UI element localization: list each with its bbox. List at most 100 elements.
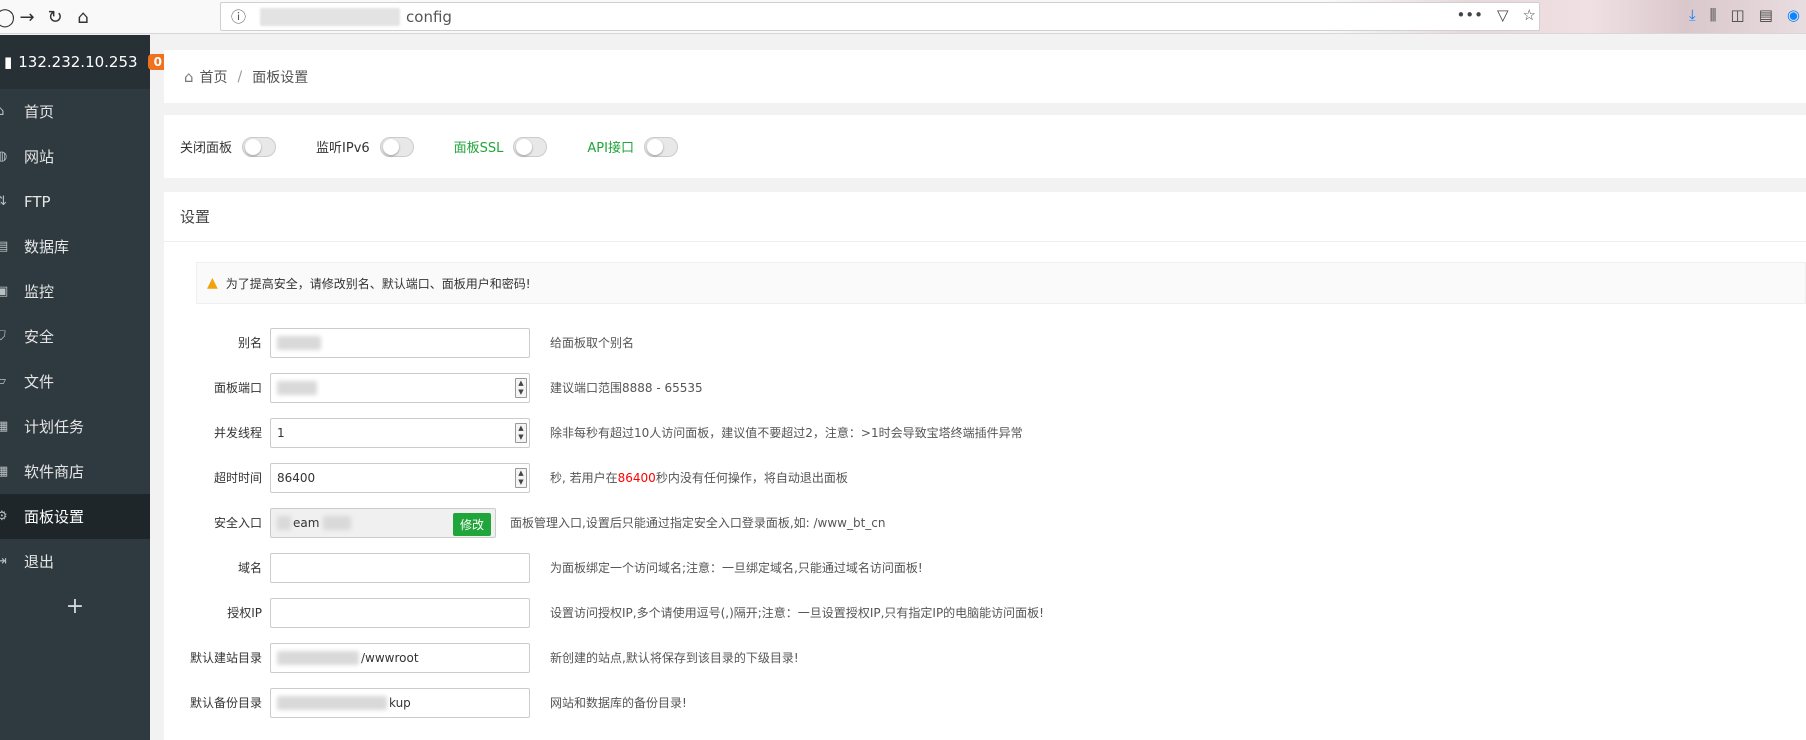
folder-icon: ▱ <box>0 374 6 389</box>
port-input[interactable]: ▲ ▼ <box>270 372 530 403</box>
switch-label[interactable]: API接口 <box>587 137 634 156</box>
entry-input: eam 修改 <box>270 507 496 538</box>
sidebar-item[interactable]: ⇅ FTP <box>0 179 150 224</box>
main-content: ⌂ 首页 / 面板设置 关闭面板 监听IPv6 面板SSL API接口 设置 ▲… <box>164 50 1806 740</box>
breadcrumb-home[interactable]: 首页 <box>200 67 228 87</box>
switch-label: 监听IPv6 <box>316 141 370 156</box>
backup-dir-hint: 网站和数据库的备份目录! <box>550 696 687 710</box>
pocket-icon[interactable]: ▽ <box>1497 6 1509 24</box>
row-domain: 域名 为面板绑定一个访问域名;注意：一旦绑定域名,只能通过域名访问面板! <box>164 545 1806 590</box>
auth-ip-label: 授权IP <box>227 606 262 620</box>
ssl-toggle[interactable] <box>513 136 548 157</box>
alias-label: 别名 <box>237 336 262 350</box>
threads-hint: 除非每秒有超过10人访问面板，建议值不要超过2，注意：>1时会导致宝塔终端插件异… <box>550 426 1023 440</box>
sidebar: ▮ 132.232.10.253 0 ⌂ 首页 ◍ 网站 ⇅ FTP ▤ 数据库 ▣ 监控 ⛉ 安全 ▱… <box>0 35 168 740</box>
spinner-icon[interactable]: ▲ ▼ <box>515 422 527 443</box>
more-icon[interactable]: ••• <box>1456 6 1483 24</box>
domain-label: 域名 <box>237 561 262 575</box>
row-backup-dir: 默认备份目录 kup 网站和数据库的备份目录! <box>164 680 1806 725</box>
switch-bar: 关闭面板 监听IPv6 面板SSL API接口 <box>164 115 1806 178</box>
url-actions: ••• ▽ ☆ <box>1456 6 1536 24</box>
sidebar-nav: ⌂ 首页 ◍ 网站 ⇅ FTP ▤ 数据库 ▣ 监控 ⛉ 安全 ▱ 文件 ▦ 计划任务 ▦ 软件商店 ⚙ 面板设置 ⇥ 退… <box>0 89 150 584</box>
sidebar-item[interactable]: ▦ 软件商店 <box>0 449 150 494</box>
ftp-icon: ⇅ <box>0 194 7 209</box>
library-icon[interactable]: ⫼ <box>1710 6 1717 24</box>
forward-button[interactable]: → <box>14 4 40 30</box>
api-toggle[interactable] <box>643 136 678 157</box>
monitor-icon: ▣ <box>0 284 9 299</box>
breadcrumb-current: 面板设置 <box>252 69 309 86</box>
sidebar-item-label: 计划任务 <box>24 418 85 436</box>
site-dir-value: /wwwroot <box>361 650 419 665</box>
sidebar-item[interactable]: ⛉ 安全 <box>0 314 150 359</box>
sidebar-item[interactable]: ⌂ 首页 <box>0 89 150 134</box>
globe-icon: ◍ <box>0 149 8 164</box>
backup-dir-input[interactable]: kup <box>270 687 530 718</box>
redacted-value <box>277 380 317 395</box>
close-panel-toggle[interactable] <box>242 136 277 157</box>
row-auth-ip: 授权IP 设置访问授权IP,多个请使用逗号(,)隔开;注意：一旦设置授权IP,只… <box>164 590 1806 635</box>
timeout-hint-post: 秒内没有任何操作，将自动退出面板 <box>655 471 848 485</box>
home-button[interactable]: ⌂ <box>70 4 96 30</box>
warning-icon: ▲ <box>207 275 218 291</box>
entry-value: eam <box>293 515 320 530</box>
sidebar-item[interactable]: ▤ 数据库 <box>0 224 150 269</box>
sidebar-item-label: 安全 <box>24 328 55 346</box>
toolbar-icons: ⤓ ⫼ ◫ ▤ ◉ <box>1689 6 1806 24</box>
settings-form: 别名 给面板取个别名 面板端口 ▲ ▼ 建议端口范围8888 - 65535 并发… <box>164 320 1806 725</box>
spinner-icon[interactable]: ▲ ▼ <box>515 377 527 398</box>
sidebar-item[interactable]: ⇥ 退出 <box>0 539 150 584</box>
sidebar-toggle-icon[interactable]: ◫ <box>1731 6 1745 24</box>
reader-icon[interactable]: ▤ <box>1759 6 1773 24</box>
backup-dir-value: kup <box>389 695 411 710</box>
security-notice: ▲ 为了提高安全，请修改别名、默认端口、面板用户和密码! <box>196 262 1806 304</box>
timeout-input[interactable]: 86400 ▲ ▼ <box>270 462 530 493</box>
sidebar-item[interactable]: ▣ 监控 <box>0 269 150 314</box>
download-icon[interactable]: ⤓ <box>1689 6 1696 24</box>
bookmark-star-icon[interactable]: ☆ <box>1523 6 1536 24</box>
redacted-value <box>323 515 352 530</box>
url-bar[interactable]: ⓘ config <box>220 2 1540 31</box>
edit-entry-button[interactable]: 修改 <box>452 512 491 536</box>
sidebar-item-label: 数据库 <box>24 238 70 256</box>
switch-ssl: 面板SSL <box>454 136 548 157</box>
home-icon: ⌂ <box>0 104 5 119</box>
sidebar-item[interactable]: ▦ 计划任务 <box>0 404 150 449</box>
port-hint: 建议端口范围8888 - 65535 <box>550 381 703 395</box>
domain-input[interactable] <box>270 552 530 583</box>
timeout-hint-pre: 秒, 若用户在 <box>550 471 618 485</box>
sidebar-item[interactable]: ▱ 文件 <box>0 359 150 404</box>
info-icon[interactable]: ⓘ <box>231 6 246 27</box>
notice-text: 为了提高安全，请修改别名、默认端口、面板用户和密码! <box>225 276 531 291</box>
add-icon[interactable]: + <box>0 594 150 619</box>
ipv6-toggle[interactable] <box>379 136 414 157</box>
redacted-value <box>277 335 321 350</box>
alias-input[interactable] <box>270 327 530 358</box>
apps-icon: ▦ <box>0 464 9 479</box>
reload-button[interactable]: ↻ <box>42 4 68 30</box>
sidebar-item-label: 首页 <box>24 103 55 121</box>
auth-ip-input[interactable] <box>270 597 530 628</box>
url-redacted <box>260 7 401 26</box>
account-icon[interactable]: ◉ <box>1787 6 1800 24</box>
url-text: config <box>406 7 452 26</box>
calendar-icon: ▦ <box>0 419 9 434</box>
sidebar-item[interactable]: ◍ 网站 <box>0 134 150 179</box>
switch-label: 关闭面板 <box>180 141 233 156</box>
sidebar-item-label: 面板设置 <box>24 508 85 526</box>
switch-label[interactable]: 面板SSL <box>454 137 504 156</box>
server-header: ▮ 132.232.10.253 0 <box>0 35 168 89</box>
site-dir-input[interactable]: /wwwroot <box>270 642 530 673</box>
threads-value: 1 <box>277 425 285 440</box>
threads-label: 并发线程 <box>213 426 262 440</box>
redacted-value <box>277 515 291 530</box>
redacted-value <box>277 650 359 665</box>
gear-icon: ⚙ <box>0 509 8 524</box>
sidebar-item-label: FTP <box>24 192 51 211</box>
server-icon: ▮ <box>4 53 13 71</box>
sidebar-item-label: 网站 <box>24 148 55 166</box>
sidebar-item[interactable]: ⚙ 面板设置 <box>0 494 150 539</box>
row-site-dir: 默认建站目录 /wwwroot 新创建的站点,默认将保存到该目录的下级目录! <box>164 635 1806 680</box>
spinner-icon[interactable]: ▲ ▼ <box>515 467 527 488</box>
threads-input[interactable]: 1 ▲ ▼ <box>270 417 530 448</box>
